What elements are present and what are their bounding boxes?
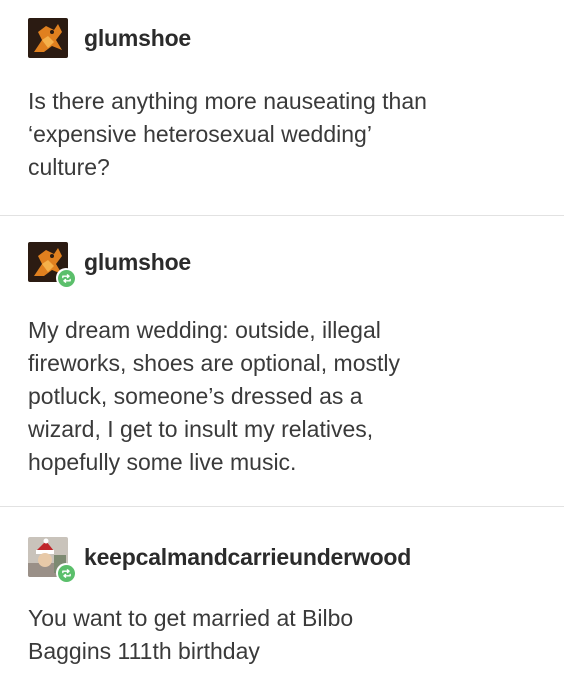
username[interactable]: glumshoe (84, 25, 191, 52)
post-header: glumshoe (28, 242, 191, 288)
glumshoe-avatar[interactable] (28, 242, 76, 288)
keepcalmandcarrieunderwood-avatar[interactable] (28, 537, 76, 583)
post-2: glumshoe My dream wedding: outside, ille… (0, 216, 564, 506)
post-header: glumshoe (28, 18, 191, 58)
post-text: Is there anything more nauseating than ‘… (28, 88, 427, 180)
username[interactable]: keepcalmandcarrieunderwood (84, 544, 411, 571)
reblog-icon (61, 273, 71, 283)
reblog-badge (56, 268, 76, 288)
post-1: glumshoe Is there anything more nauseati… (0, 0, 564, 215)
post-text: You want to get married at Bilbo Baggins… (28, 605, 354, 664)
glumshoe-avatar[interactable] (28, 18, 68, 58)
post-3: keepcalmandcarrieunderwood You want to g… (0, 507, 564, 690)
username[interactable]: glumshoe (84, 249, 191, 276)
reblog-icon (61, 568, 71, 578)
post-text: My dream wedding: outside, illegal firew… (28, 317, 400, 475)
post-header: keepcalmandcarrieunderwood (28, 537, 411, 583)
reblog-badge (56, 563, 76, 583)
